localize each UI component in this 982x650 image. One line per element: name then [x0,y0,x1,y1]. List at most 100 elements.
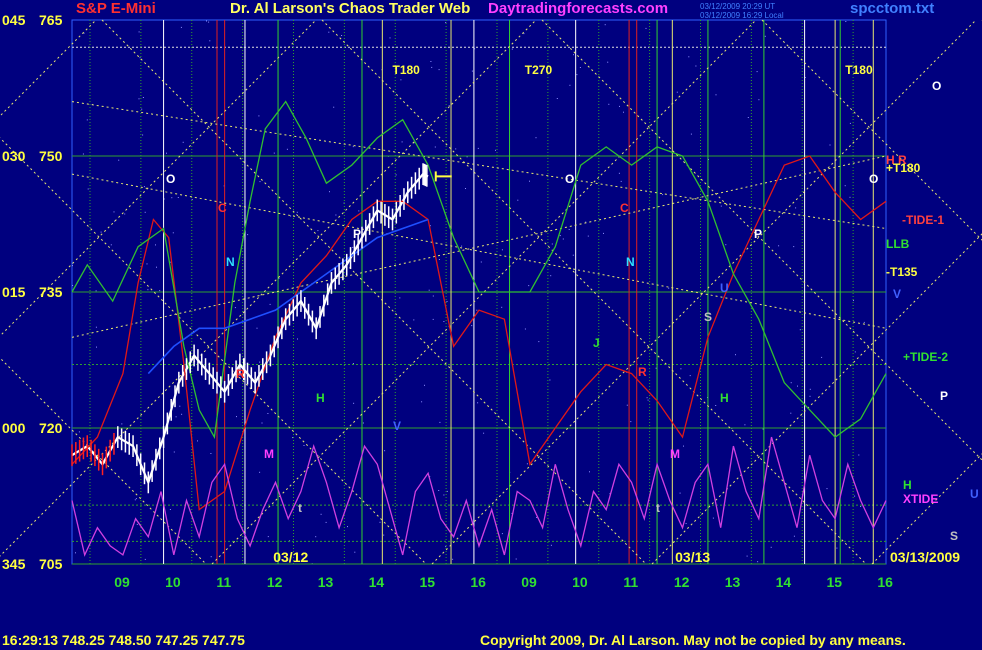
y-tick-label-value: 735 [39,284,63,300]
star-dot [511,48,513,50]
star-dot [501,249,503,251]
star-dot [159,290,161,292]
star-dot [141,108,143,110]
star-dot [826,488,828,490]
star-dot [551,243,553,245]
star-dot [809,388,811,390]
event-letter: O [565,172,574,186]
star-dot [438,490,440,491]
star-dot [166,152,167,154]
date-label: 03/12 [273,549,308,565]
star-dot [296,211,298,213]
right-label: U [970,487,979,501]
star-dot [259,181,261,183]
star-dot [679,492,681,494]
star-dot [620,180,622,182]
star-dot [259,361,261,363]
event-letter: R [236,367,245,381]
site-link[interactable]: Daytradingforecasts.com [488,0,668,17]
star-dot [688,56,690,58]
star-dot [138,98,140,100]
star-dot [495,149,496,151]
star-dot [863,321,865,323]
event-letter: N [226,255,235,269]
star-dot [725,244,727,246]
star-dot [146,263,148,265]
star-dot [208,21,210,23]
star-dot [579,67,581,68]
star-dot [858,454,860,456]
star-dot [549,379,551,381]
date-label: 03/13/2009 [890,549,960,565]
event-letter: H [720,391,729,405]
star-dot [443,321,445,322]
star-dot [854,495,856,497]
star-dot [548,260,550,261]
star-dot [259,471,261,473]
event-letter: M [670,447,680,461]
star-dot [799,329,801,331]
star-dot [315,536,317,538]
x-tick-label: 10 [572,574,588,590]
star-dot [790,382,792,384]
star-dot [121,423,123,425]
star-dot [860,506,862,507]
star-dot [267,536,269,538]
star-dot [526,463,528,465]
star-dot [400,79,402,81]
star-dot [352,146,354,148]
right-label: O [932,79,941,93]
star-dot [209,40,211,42]
x-tick-label: 11 [623,574,638,590]
event-letter: H [316,391,325,405]
x-tick-label: 12 [674,574,690,590]
star-dot [389,37,391,39]
event-letter: M [264,447,274,461]
star-dot [136,523,138,525]
star-dot [556,98,558,99]
star-dot [347,526,348,528]
star-dot [715,405,717,406]
file-name: spcctom.txt [850,0,935,17]
event-letter: R [638,365,647,379]
star-dot [446,490,448,492]
star-dot [379,521,381,523]
star-dot [139,57,141,59]
star-dot [399,297,401,299]
star-dot [95,326,97,328]
star-dot [849,122,851,124]
star-dot [559,235,561,237]
star-dot [603,232,604,234]
star-dot [413,319,415,321]
event-letter: P [754,227,762,241]
star-dot [175,416,177,418]
star-dot [550,275,552,277]
star-dot [517,199,519,201]
star-dot [424,384,425,386]
star-dot [746,555,748,557]
star-dot [589,471,590,473]
star-dot [206,20,207,22]
star-dot [292,437,294,439]
star-dot [335,214,337,216]
star-dot [341,35,343,36]
y-tick-label-left: 045 [2,12,26,28]
y-tick-label-value: 765 [39,12,63,28]
y-tick-label-left: 015 [2,284,26,300]
x-tick-label: 11 [216,574,231,590]
y-tick-label-value: 750 [39,148,63,164]
star-dot [432,318,434,320]
star-dot [689,375,691,377]
event-letter: t [298,501,302,515]
x-tick-label: 16 [877,574,893,590]
star-dot [630,421,632,423]
star-dot [446,301,448,302]
star-dot [118,159,120,161]
star-dot [619,105,620,107]
star-dot [180,26,182,28]
star-dot [535,137,537,139]
star-dot [430,61,432,62]
star-dot [480,261,482,263]
y-tick-label-left: 000 [2,420,26,436]
star-dot [333,106,335,108]
